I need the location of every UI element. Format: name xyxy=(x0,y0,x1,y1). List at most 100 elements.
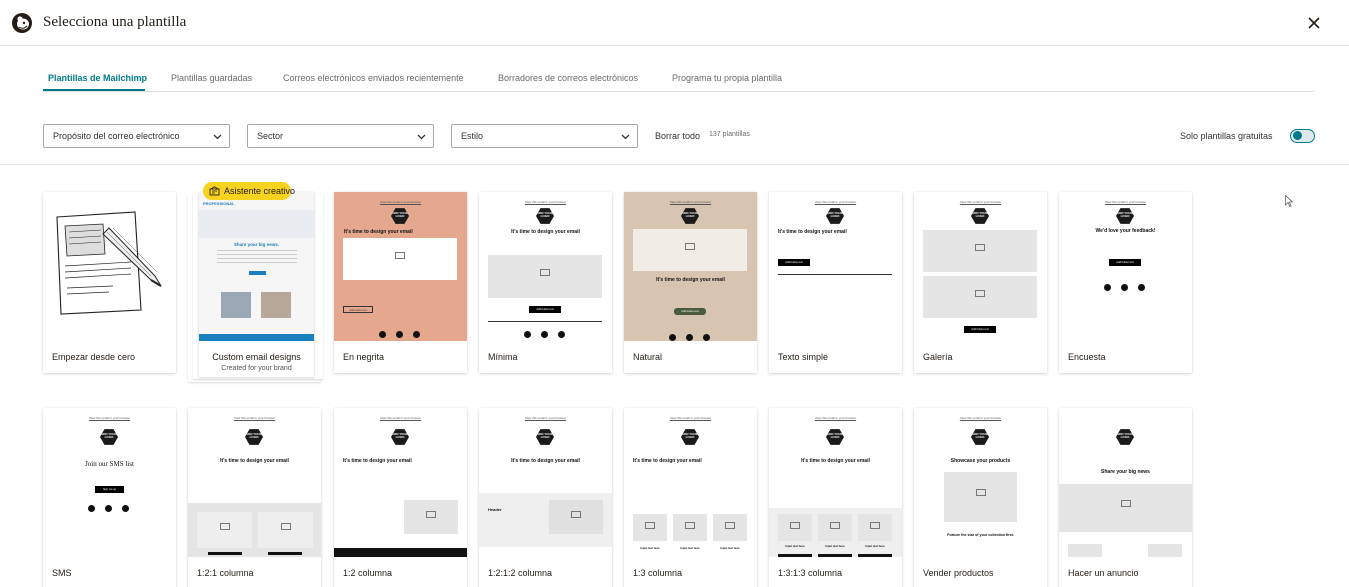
instagram-icon xyxy=(686,334,693,341)
add-button: Add button text xyxy=(674,308,706,315)
text-bar xyxy=(818,554,852,557)
photo-placeholder xyxy=(488,255,602,298)
template-thumbnail: View this email in your browser ADD YOUR… xyxy=(914,408,1047,557)
custom-title: Custom email designs xyxy=(212,352,301,362)
template-card-sms[interactable]: View this email in your browser ADD YOUR… xyxy=(43,408,176,587)
template-card-13[interactable]: View this email in your browser ADD YOUR… xyxy=(624,408,757,587)
template-tabs: Plantillas de Mailchimp Plantillas guard… xyxy=(43,72,1314,92)
logo-placeholder: ADD YOUR LOGO xyxy=(971,429,989,445)
sign-up-button: Sign me up xyxy=(95,486,124,493)
text-line xyxy=(217,250,297,251)
add-button: Add button text xyxy=(964,326,996,333)
template-card-12[interactable]: View this email in your browser ADD YOUR… xyxy=(334,408,467,587)
feature-text: Feature the star of your collection firs… xyxy=(947,533,1014,537)
view-browser-text: View this email in your browser xyxy=(814,416,857,420)
image-icon xyxy=(280,523,291,531)
template-card-bold[interactable]: View this email in your browser ADD YOUR… xyxy=(334,192,467,373)
image-icon xyxy=(645,521,655,529)
template-thumbnail: View this email in your browser ADD YOUR… xyxy=(188,408,321,557)
template-card-natural[interactable]: View this email in your browser ADD YOUR… xyxy=(624,192,757,373)
image-icon xyxy=(975,289,985,297)
template-heading: It's time to design your email xyxy=(801,458,870,464)
facebook-icon xyxy=(88,505,95,512)
hero-area xyxy=(199,210,314,238)
template-card-minimal[interactable]: View this email in your browser ADD YOUR… xyxy=(479,192,612,373)
photo-placeholder xyxy=(778,514,812,541)
image-icon xyxy=(395,251,405,259)
sector-select[interactable]: Sector xyxy=(247,124,434,148)
creative-assistant-icon xyxy=(209,186,220,196)
view-browser-text: View this email in your browser xyxy=(524,200,567,204)
template-card-1313[interactable]: View this email in your browser ADD YOUR… xyxy=(769,408,902,587)
badge-label: Asistente creativo xyxy=(224,186,296,196)
instagram-icon xyxy=(1121,284,1128,291)
logo-placeholder: ADD YOUR LOGO xyxy=(971,208,989,224)
custom-subtitle: Created for your brand xyxy=(221,365,292,372)
logo-placeholder: ADD YOUR LOGO xyxy=(391,208,409,224)
template-card-gallery[interactable]: View this email in your browser ADD YOUR… xyxy=(914,192,1047,373)
tab-code-your-own[interactable]: Programa tu propia plantilla xyxy=(672,73,782,83)
image-icon xyxy=(685,521,695,529)
tab-recently-sent[interactable]: Correos electrónicos enviados recienteme… xyxy=(283,73,464,83)
template-label: Mínima xyxy=(488,352,518,362)
photo-person xyxy=(221,292,251,318)
chevron-down-icon xyxy=(621,134,630,140)
photo-placeholder xyxy=(404,500,458,534)
tab-drafts[interactable]: Borradores de correos electrónicos xyxy=(498,73,638,83)
photo-placeholder xyxy=(944,472,1017,522)
template-card-121[interactable]: View this email in your browser ADD YOUR… xyxy=(188,408,321,587)
twitter-icon xyxy=(1138,284,1145,291)
input-text: Input text here xyxy=(680,546,700,550)
active-tab-indicator xyxy=(43,89,145,91)
facebook-icon xyxy=(379,331,386,338)
template-thumbnail: View this email in your browser ADD YOUR… xyxy=(1059,192,1192,341)
input-text: Input text here xyxy=(865,544,885,548)
template-card-sell-products[interactable]: View this email in your browser ADD YOUR… xyxy=(914,408,1047,587)
purpose-select[interactable]: Propósito del correo electrónico xyxy=(43,124,230,148)
image-icon xyxy=(830,521,840,529)
photo-placeholder xyxy=(713,514,747,541)
template-label: 1:3 columna xyxy=(633,568,683,578)
close-icon[interactable] xyxy=(1306,15,1322,31)
image-icon xyxy=(725,521,735,529)
twitter-icon xyxy=(413,331,420,338)
template-card-blank[interactable]: Empezar desde cero xyxy=(43,192,176,373)
style-select[interactable]: Estilo xyxy=(451,124,638,148)
add-button: Add button text xyxy=(1109,259,1141,266)
template-card-simple-text[interactable]: View this email in your browser ADD YOUR… xyxy=(769,192,902,373)
template-label: 1:2:1:2 columna xyxy=(488,568,553,578)
photo-placeholder xyxy=(258,512,313,548)
share-text: Share your big news. xyxy=(233,242,280,247)
text-bar xyxy=(268,552,302,555)
image-icon xyxy=(571,510,581,518)
image-icon xyxy=(790,521,800,529)
page-title: Selecciona una plantilla xyxy=(43,14,187,30)
template-card-announcement[interactable]: ADD YOUR LOGO Share your big news Hacer … xyxy=(1059,408,1192,587)
logo-placeholder: ADD YOUR LOGO xyxy=(1116,429,1134,445)
template-label: Hacer un anuncio xyxy=(1068,568,1139,578)
text-line xyxy=(217,262,297,263)
clear-all-button[interactable]: Borrar todo xyxy=(655,131,700,141)
tab-saved-templates[interactable]: Plantillas guardadas xyxy=(171,73,252,83)
template-card-custom[interactable]: PROFESSIONAL Share your big news. Custom… xyxy=(199,192,314,377)
twitter-icon xyxy=(122,505,129,512)
free-only-toggle[interactable] xyxy=(1290,129,1315,143)
template-thumbnail: View this email in your browser ADD YOUR… xyxy=(769,192,902,341)
photo-placeholder xyxy=(858,514,892,541)
tab-mailchimp-templates[interactable]: Plantillas de Mailchimp xyxy=(48,73,147,83)
template-thumbnail: View this email in your browser ADD YOUR… xyxy=(769,408,902,557)
template-thumbnail: View this email in your browser ADD YOUR… xyxy=(624,408,757,557)
template-count: 137 plantillas xyxy=(709,131,750,138)
template-card-1212[interactable]: View this email in your browser ADD YOUR… xyxy=(479,408,612,587)
instagram-icon xyxy=(541,331,548,338)
template-label: En negrita xyxy=(343,352,385,362)
photo-placeholder xyxy=(1059,484,1192,532)
mailchimp-logo-icon xyxy=(12,13,32,33)
template-label: Texto simple xyxy=(778,352,829,362)
photo-placeholder xyxy=(923,276,1037,318)
view-browser-text: View this email in your browser xyxy=(1104,200,1147,204)
template-thumbnail: PROFESSIONAL Share your big news. xyxy=(199,192,314,341)
template-card-survey[interactable]: View this email in your browser ADD YOUR… xyxy=(1059,192,1192,373)
purpose-select-label: Propósito del correo electrónico xyxy=(53,131,180,141)
instagram-icon xyxy=(105,505,112,512)
